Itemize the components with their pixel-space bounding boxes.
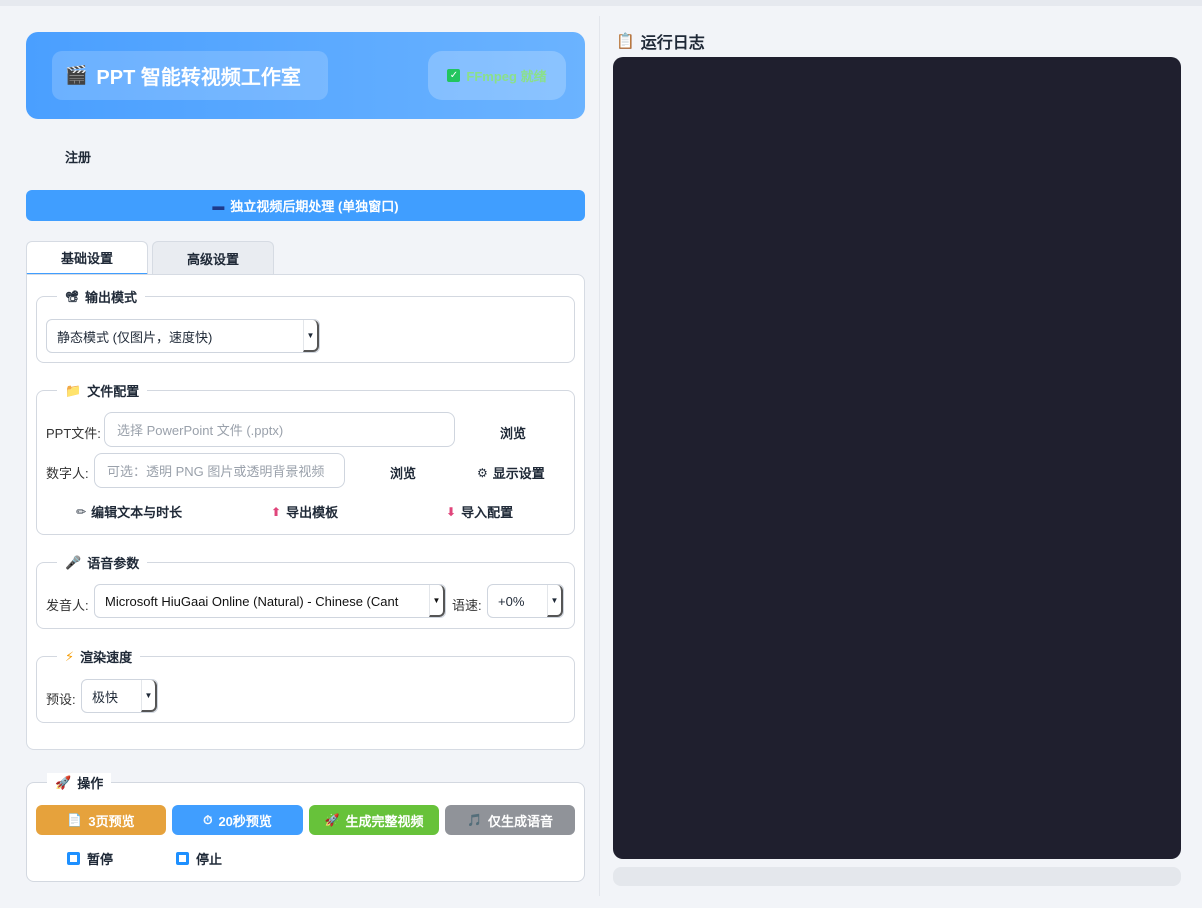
import-config-button[interactable]: ⬇ 导入配置: [446, 502, 513, 521]
ppt-file-label: PPT文件:: [46, 426, 101, 441]
ppt-file-input[interactable]: 选择 PowerPoint 文件 (.pptx): [104, 412, 455, 447]
avatar-input[interactable]: 可选：透明 PNG 图片或透明背景视频: [94, 453, 345, 488]
music-note-icon: 🎵: [467, 813, 482, 827]
output-mode-legend-text: 输出模式: [84, 290, 137, 305]
tab-advanced-settings[interactable]: 高级设置: [152, 241, 274, 274]
speaker-select[interactable]: Microsoft HiuGaai Online (Natural) - Chi…: [94, 584, 446, 618]
app-title-text: PPT 智能转视频工作室: [96, 67, 301, 89]
chevron-down-icon[interactable]: ▼: [429, 585, 445, 617]
pause-label: 暂停: [87, 852, 114, 867]
file-config-group: 📁 文件配置 PPT文件: 选择 PowerPoint 文件 (.pptx) 浏…: [36, 381, 575, 535]
avatar-label: 数字人:: [46, 466, 89, 481]
preset-select[interactable]: 极快 ▼: [81, 679, 158, 713]
render-speed-legend: ⚡ 渲染速度: [57, 647, 141, 666]
stop-label: 停止: [196, 852, 223, 867]
timer-icon: ⏱: [203, 812, 213, 827]
app-header: 🎬 PPT 智能转视频工作室 ✓ FFmpeg 就绪: [26, 32, 585, 119]
file-config-legend-text: 文件配置: [87, 384, 140, 399]
film-strip-icon: ▬: [212, 198, 225, 213]
ffmpeg-status-text: FFmpeg 就绪: [466, 69, 547, 84]
tab-basic-settings[interactable]: 基础设置: [26, 241, 148, 275]
log-console[interactable]: [613, 57, 1181, 859]
output-mode-value: 静态模式 (仅图片，速度快): [57, 329, 213, 345]
export-template-button[interactable]: ⬆ 导出模板: [271, 502, 338, 521]
chevron-down-icon[interactable]: ▼: [141, 680, 157, 712]
file-config-legend: 📁 文件配置: [57, 381, 148, 400]
post-processing-label: 独立视频后期处理 (单独窗口): [230, 199, 399, 214]
render-speed-legend-text: 渲染速度: [80, 650, 133, 665]
progress-bar: [613, 867, 1181, 886]
chevron-down-icon[interactable]: ▼: [303, 320, 319, 352]
rocket-icon: 🚀: [324, 813, 340, 827]
post-processing-button[interactable]: ▬ 独立视频后期处理 (单独窗口): [26, 190, 585, 221]
edit-text-button[interactable]: ✏ 编辑文本与时长: [76, 502, 182, 521]
preset-value: 极快: [92, 689, 119, 705]
ffmpeg-status-badge: ✓ FFmpeg 就绪: [428, 51, 566, 100]
microphone-icon: 🎤: [65, 554, 82, 570]
voice-only-label: 仅生成语音: [487, 813, 553, 829]
rate-value: +0%: [498, 593, 525, 609]
import-tray-icon: ⬇: [446, 504, 457, 519]
export-template-label: 导出模板: [286, 505, 339, 520]
display-settings-label: 显示设置: [492, 466, 545, 481]
chevron-down-icon[interactable]: ▼: [547, 585, 563, 617]
app-title: 🎬 PPT 智能转视频工作室: [52, 51, 328, 100]
preview-3-pages-button[interactable]: 📄 3页预览: [36, 805, 166, 835]
operations-legend-text: 操作: [77, 776, 104, 791]
document-icon: 📄: [67, 813, 83, 827]
pause-icon: [67, 852, 80, 865]
output-mode-group: 📽 输出模式 静态模式 (仅图片，速度快) ▼: [36, 287, 575, 363]
voice-params-group: 🎤 语音参数 发音人: Microsoft HiuGaai Online (Na…: [36, 553, 575, 629]
stop-icon: [176, 852, 189, 865]
clapper-icon: 🎬: [65, 65, 88, 85]
pane-divider[interactable]: [599, 16, 600, 896]
speaker-value: Microsoft HiuGaai Online (Natural) - Chi…: [105, 593, 399, 609]
pencil-icon: ✏: [76, 504, 87, 519]
rate-label: 语速:: [452, 598, 482, 613]
voice-only-button[interactable]: 🎵 仅生成语音: [445, 805, 575, 835]
clipboard-icon: 📋: [616, 33, 635, 50]
lightning-icon: ⚡: [65, 648, 75, 664]
operations-legend: 🚀 操作: [47, 773, 112, 792]
preview-20s-label: 20秒预览: [218, 813, 272, 829]
left-pane: 🎬 PPT 智能转视频工作室 ✓ FFmpeg 就绪 注册 ▬ 独立视频后期处理…: [26, 0, 586, 908]
gear-icon: ⚙: [477, 465, 488, 480]
preview-3-pages-label: 3页预览: [88, 813, 135, 829]
generate-video-button[interactable]: 🚀 生成完整视频: [309, 805, 439, 835]
preset-label: 预设:: [46, 692, 76, 707]
check-icon: ✓: [447, 69, 461, 82]
generate-video-label: 生成完整视频: [345, 813, 424, 829]
ppt-browse-button[interactable]: 浏览: [500, 423, 526, 442]
preview-20s-button[interactable]: ⏱ 20秒预览: [172, 805, 303, 835]
folder-icon: 📁: [65, 382, 82, 398]
film-projector-icon: 📽: [65, 291, 79, 303]
avatar-browse-button[interactable]: 浏览: [390, 463, 416, 482]
rate-select[interactable]: +0% ▼: [487, 584, 564, 618]
export-tray-icon: ⬆: [271, 504, 282, 519]
import-config-label: 导入配置: [461, 505, 514, 520]
register-link[interactable]: 注册: [65, 147, 91, 166]
log-title: 📋 运行日志: [616, 29, 705, 53]
edit-text-label: 编辑文本与时长: [91, 505, 183, 520]
voice-params-legend-text: 语音参数: [87, 556, 140, 571]
rocket-icon: 🚀: [55, 774, 72, 790]
render-speed-group: ⚡ 渲染速度 预设: 极快 ▼: [36, 647, 575, 723]
voice-params-legend: 🎤 语音参数: [57, 553, 148, 572]
output-mode-legend: 📽 输出模式: [57, 287, 145, 306]
display-settings-button[interactable]: ⚙ 显示设置: [477, 463, 545, 482]
log-title-text: 运行日志: [640, 35, 705, 52]
output-mode-select[interactable]: 静态模式 (仅图片，速度快) ▼: [46, 319, 320, 353]
pause-button[interactable]: 暂停: [67, 849, 113, 868]
stop-button[interactable]: 停止: [176, 849, 222, 868]
speaker-label: 发音人:: [46, 598, 89, 613]
